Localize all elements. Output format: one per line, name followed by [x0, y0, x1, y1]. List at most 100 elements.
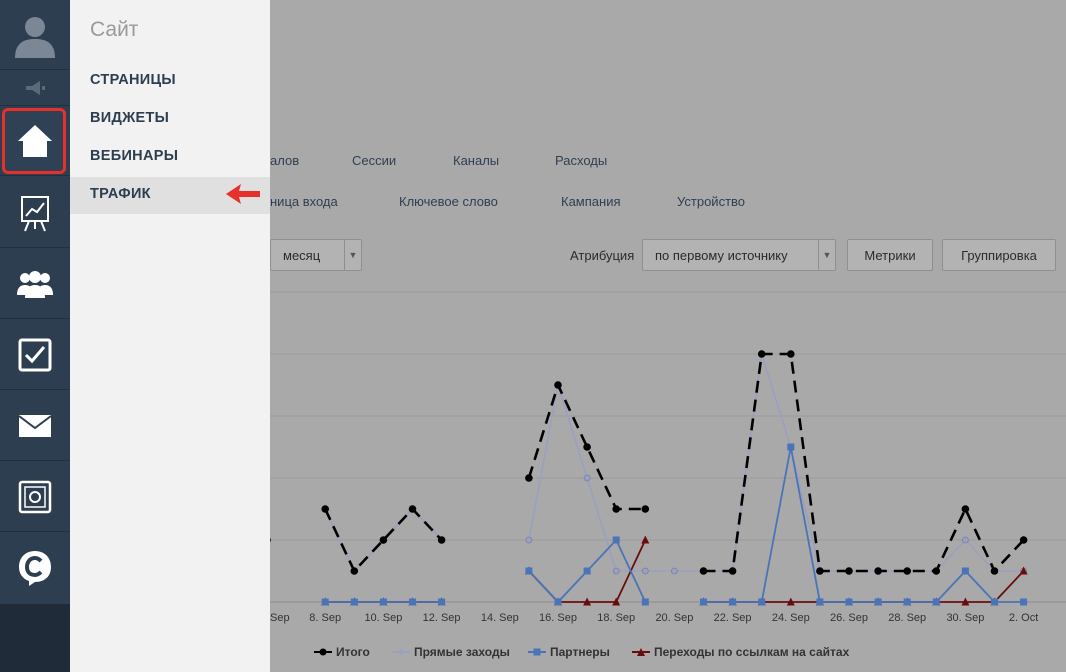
- data-point: [903, 567, 911, 575]
- chevron-down-icon: ▼: [818, 240, 835, 270]
- x-tick-label: 10. Sep: [364, 612, 402, 624]
- data-point: [1019, 536, 1028, 544]
- rail-item-contacts[interactable]: [0, 249, 70, 319]
- rail-item-brand[interactable]: [0, 533, 70, 603]
- attribution-select[interactable]: по первому источнику ▼: [642, 239, 836, 271]
- x-tick-label: 26. Sep: [830, 612, 868, 624]
- safe-icon: [18, 480, 52, 513]
- data-point: [525, 474, 533, 482]
- user-icon: [15, 16, 55, 58]
- arrow-left-icon: [226, 184, 260, 204]
- attribution-label: Атрибуция: [570, 248, 635, 263]
- x-tick-label: 12. Sep: [423, 612, 461, 624]
- tab-entry-page[interactable]: ница входа: [270, 194, 338, 209]
- data-point: [932, 567, 941, 575]
- legend-item-referrals[interactable]: Переходы по ссылкам на сайтах: [632, 645, 849, 659]
- rail-item-site[interactable]: [0, 106, 70, 176]
- legend-label: Прямые заходы: [414, 645, 510, 659]
- tab-sessions[interactable]: Сессии: [352, 153, 396, 168]
- data-point: [641, 567, 649, 575]
- data-point: [641, 598, 649, 606]
- legend-item-direct[interactable]: Прямые заходы: [392, 645, 510, 659]
- x-tick-label: 22. Sep: [714, 612, 752, 624]
- legend-line-icon: [314, 648, 332, 656]
- data-point: [350, 567, 359, 575]
- x-tick-label: 2. Oct: [1009, 612, 1038, 624]
- rail-item-safe[interactable]: [0, 462, 70, 532]
- legend-item-total[interactable]: Итого: [314, 645, 370, 659]
- data-point: [379, 536, 388, 544]
- x-tick-label: Sep: [270, 612, 290, 624]
- rail-item-analytics[interactable]: [0, 178, 70, 248]
- x-tick-label: 24. Sep: [772, 612, 810, 624]
- menu-item-widgets[interactable]: ВИДЖЕТЫ: [90, 110, 169, 126]
- data-point: [437, 536, 446, 544]
- metrics-button[interactable]: Метрики: [847, 239, 933, 271]
- data-point: [554, 598, 562, 606]
- data-point: [700, 598, 707, 606]
- series-line: [528, 353, 1024, 572]
- menu-item-pages[interactable]: СТРАНИЦЫ: [90, 72, 176, 88]
- chevron-down-icon: ▼: [344, 240, 361, 270]
- legend-line-icon: [392, 648, 410, 656]
- legend-item-partners[interactable]: Партнеры: [528, 645, 610, 659]
- series-line: [703, 570, 1025, 603]
- tab-campaign[interactable]: Кампания: [561, 194, 621, 209]
- legend-line-icon: [632, 648, 650, 656]
- data-point: [321, 598, 329, 606]
- data-point: [438, 598, 446, 606]
- data-point: [350, 598, 358, 606]
- tab-channels[interactable]: Каналы: [453, 153, 499, 168]
- series-line: [703, 352, 1025, 574]
- data-point: [758, 598, 766, 606]
- grouping-button[interactable]: Группировка: [942, 239, 1056, 271]
- data-point: [903, 598, 911, 606]
- data-point: [962, 536, 969, 544]
- chart-board-icon: [21, 195, 49, 231]
- data-point: [641, 505, 650, 513]
- data-point: [961, 567, 969, 575]
- tab-keyword[interactable]: Ключевое слово: [399, 194, 498, 209]
- data-point: [757, 350, 766, 358]
- menu-item-traffic[interactable]: ТРАФИК: [90, 186, 151, 202]
- period-select-value: месяц: [283, 247, 321, 263]
- attribution-select-value: по первому источнику: [655, 247, 788, 263]
- x-tick-label: 14. Sep: [481, 612, 519, 624]
- brand-logo-icon: [19, 551, 51, 586]
- data-point: [845, 567, 853, 575]
- user-avatar[interactable]: [0, 0, 70, 70]
- period-select[interactable]: месяц ▼: [270, 239, 362, 271]
- data-point: [671, 567, 678, 575]
- data-point: [932, 598, 940, 606]
- data-point: [525, 567, 533, 575]
- data-point: [816, 598, 824, 606]
- rail-item-mail[interactable]: [0, 391, 70, 461]
- menu-item-webinars[interactable]: ВЕБИНАРЫ: [90, 148, 178, 164]
- data-point: [583, 474, 591, 482]
- data-point: [787, 443, 795, 451]
- x-tick-label: 30. Sep: [946, 612, 984, 624]
- data-point: [961, 505, 970, 513]
- tab-device[interactable]: Устройство: [677, 194, 745, 209]
- site-menu-panel: Сайт СТРАНИЦЫ ВИДЖЕТЫ ВЕБИНАРЫ ТРАФИК: [70, 0, 270, 672]
- data-point: [874, 598, 882, 606]
- data-point: [787, 350, 795, 358]
- data-point: [379, 598, 387, 606]
- tab-expenses[interactable]: Расходы: [555, 153, 607, 168]
- home-icon: [18, 124, 52, 157]
- announcements-item[interactable]: [0, 70, 70, 106]
- data-point: [612, 567, 620, 575]
- tab-visits[interactable]: алов: [270, 153, 299, 168]
- legend-label: Партнеры: [550, 645, 610, 659]
- rail-item-tasks[interactable]: [0, 320, 70, 390]
- x-tick-label: 8. Sep: [309, 612, 341, 624]
- data-point: [321, 505, 330, 513]
- data-point: [583, 443, 591, 451]
- x-tick-label: 18. Sep: [597, 612, 635, 624]
- data-point: [729, 598, 737, 606]
- data-point: [525, 536, 533, 544]
- data-point: [990, 567, 999, 575]
- data-point: [409, 598, 416, 606]
- panel-title: Сайт: [90, 18, 139, 41]
- envelope-icon: [18, 414, 52, 437]
